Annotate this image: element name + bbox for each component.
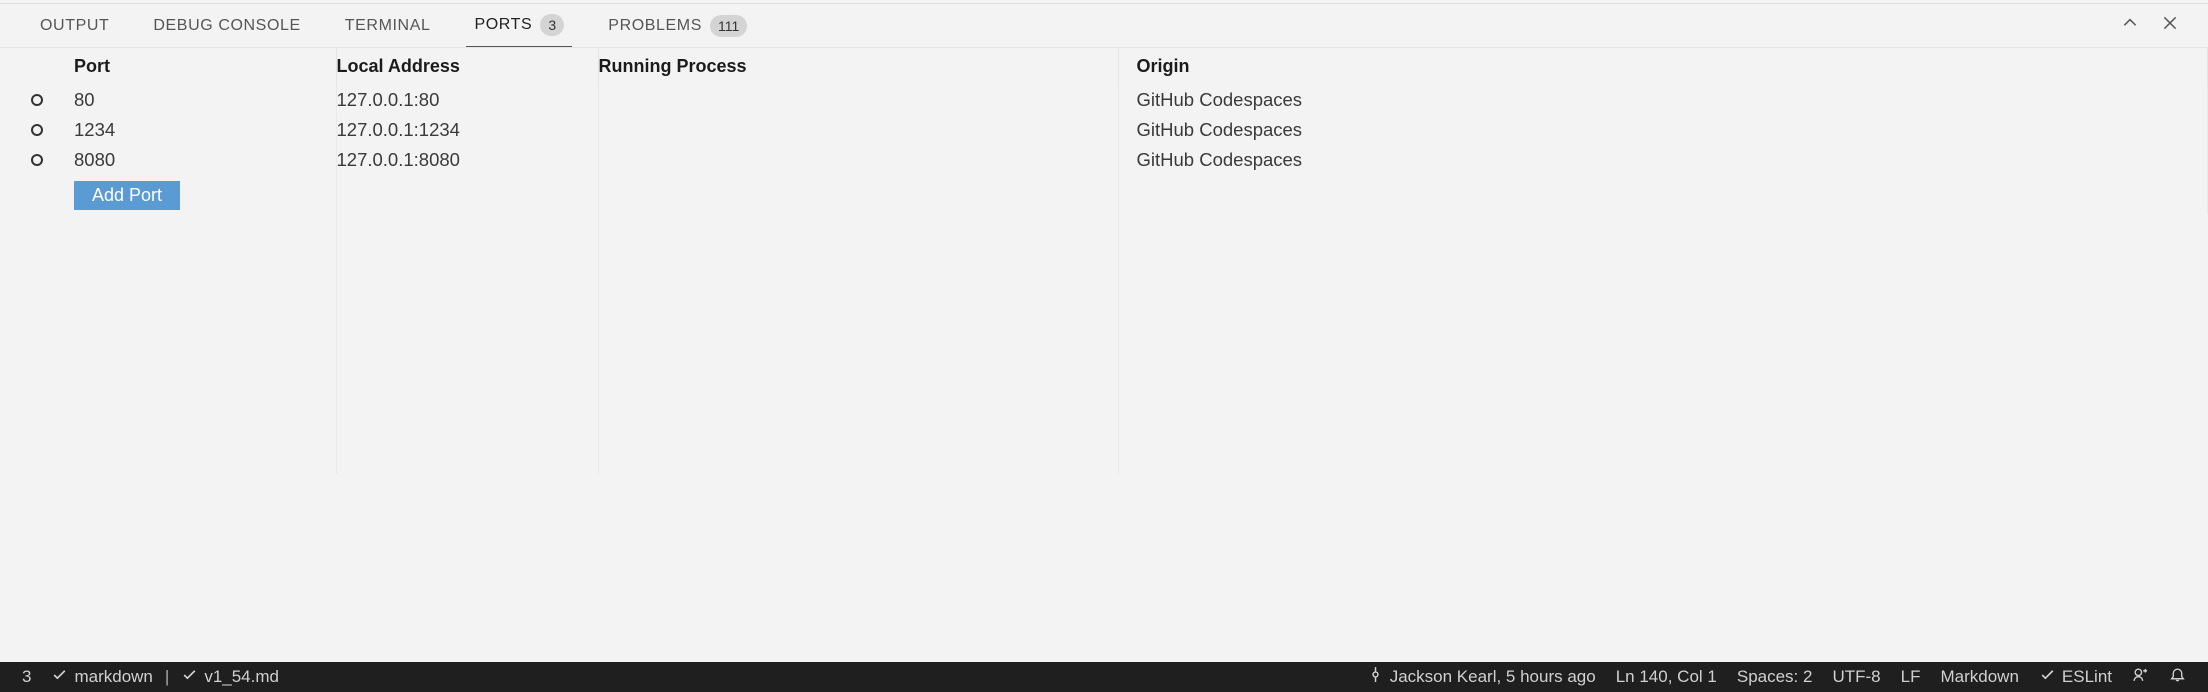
- status-markdown-check[interactable]: markdown: [41, 662, 162, 692]
- process-cell: [598, 85, 1118, 115]
- circle-icon: [31, 154, 43, 166]
- status-cursor-position[interactable]: Ln 140, Col 1: [1606, 662, 1727, 692]
- ports-table: Port Local Address Running Process Origi…: [0, 48, 2208, 474]
- status-git-blame-text: Jackson Kearl, 5 hours ago: [1390, 667, 1596, 687]
- tab-ports[interactable]: PORTS 3: [466, 4, 572, 47]
- status-eslint-text: ESLint: [2062, 667, 2112, 687]
- status-bar: 3 markdown | v1_54.md Jackson Kearl, 5 h…: [0, 662, 2208, 692]
- status-encoding-text: UTF-8: [1832, 667, 1880, 687]
- process-cell: [598, 145, 1118, 175]
- header-origin[interactable]: Origin: [1118, 48, 2208, 85]
- status-markdown-label: markdown: [74, 667, 152, 687]
- panel-collapse-button[interactable]: [2116, 12, 2144, 40]
- header-port[interactable]: Port: [74, 48, 336, 85]
- table-row[interactable]: 8080127.0.0.1:8080 GitHub Codespaces: [0, 145, 2208, 175]
- circle-icon: [31, 94, 43, 106]
- tab-problems[interactable]: PROBLEMS 111: [600, 4, 755, 47]
- circle-icon: [31, 124, 43, 136]
- status-separator: |: [163, 667, 171, 687]
- port-cell: 80: [74, 85, 336, 115]
- status-eol[interactable]: LF: [1891, 662, 1931, 692]
- chevron-up-icon: [2121, 14, 2139, 37]
- origin-cell: GitHub Codespaces: [1118, 85, 2208, 115]
- check-icon: [181, 666, 198, 688]
- problems-count-badge: 111: [710, 15, 747, 37]
- tab-debug-console-label: DEBUG CONSOLE: [153, 17, 300, 35]
- status-eslint[interactable]: ESLint: [2029, 662, 2122, 692]
- bell-icon: [2169, 666, 2186, 688]
- status-encoding[interactable]: UTF-8: [1822, 662, 1890, 692]
- feedback-icon: [2132, 666, 2149, 688]
- close-icon: [2161, 14, 2179, 37]
- table-row[interactable]: 1234127.0.0.1:1234 GitHub Codespaces: [0, 115, 2208, 145]
- header-local-address[interactable]: Local Address: [336, 48, 598, 85]
- add-port-cell: Add Port: [74, 175, 336, 214]
- ports-count-badge: 3: [540, 14, 564, 36]
- tab-ports-label: PORTS: [474, 16, 532, 34]
- tab-output-label: OUTPUT: [40, 17, 109, 35]
- add-port-button[interactable]: Add Port: [74, 181, 180, 210]
- address-cell: 127.0.0.1:8080: [336, 145, 598, 175]
- table-row[interactable]: 80127.0.0.1:80 GitHub Codespaces: [0, 85, 2208, 115]
- address-cell: 127.0.0.1:1234: [336, 115, 598, 145]
- port-cell: 8080: [74, 145, 336, 175]
- status-feedback[interactable]: [2122, 662, 2159, 692]
- port-status-cell: [0, 85, 74, 115]
- status-eol-text: LF: [1901, 667, 1921, 687]
- header-running-process[interactable]: Running Process: [598, 48, 1118, 85]
- status-error-count-value: 3: [22, 667, 31, 687]
- filler-row: [0, 214, 2208, 474]
- git-commit-icon: [1367, 666, 1384, 688]
- process-cell: [598, 115, 1118, 145]
- panel-tab-bar: OUTPUT DEBUG CONSOLE TERMINAL PORTS 3 PR…: [0, 4, 2208, 48]
- origin-cell: GitHub Codespaces: [1118, 115, 2208, 145]
- port-cell: 1234: [74, 115, 336, 145]
- status-git-blame[interactable]: Jackson Kearl, 5 hours ago: [1357, 662, 1606, 692]
- tab-debug-console[interactable]: DEBUG CONSOLE: [145, 4, 308, 47]
- ports-panel: Port Local Address Running Process Origi…: [0, 48, 2208, 662]
- tab-problems-label: PROBLEMS: [608, 17, 702, 35]
- tab-terminal-label: TERMINAL: [345, 17, 431, 35]
- check-icon: [2039, 666, 2056, 688]
- origin-cell: GitHub Codespaces: [1118, 145, 2208, 175]
- port-status-cell: [0, 115, 74, 145]
- status-cursor-text: Ln 140, Col 1: [1616, 667, 1717, 687]
- status-file-check[interactable]: v1_54.md: [171, 662, 289, 692]
- add-port-row: Add Port: [0, 175, 2208, 214]
- status-language-mode-text: Markdown: [1940, 667, 2018, 687]
- ports-header-row: Port Local Address Running Process Origi…: [0, 48, 2208, 85]
- status-error-count[interactable]: 3: [12, 662, 41, 692]
- port-status-cell: [0, 145, 74, 175]
- panel-close-button[interactable]: [2156, 12, 2184, 40]
- status-notifications[interactable]: [2159, 662, 2196, 692]
- tab-output[interactable]: OUTPUT: [32, 4, 117, 47]
- address-cell: 127.0.0.1:80: [336, 85, 598, 115]
- check-icon: [51, 666, 68, 688]
- status-indentation[interactable]: Spaces: 2: [1727, 662, 1823, 692]
- status-language-mode[interactable]: Markdown: [1930, 662, 2028, 692]
- status-indentation-text: Spaces: 2: [1737, 667, 1813, 687]
- status-file-name: v1_54.md: [204, 667, 279, 687]
- tab-terminal[interactable]: TERMINAL: [337, 4, 439, 47]
